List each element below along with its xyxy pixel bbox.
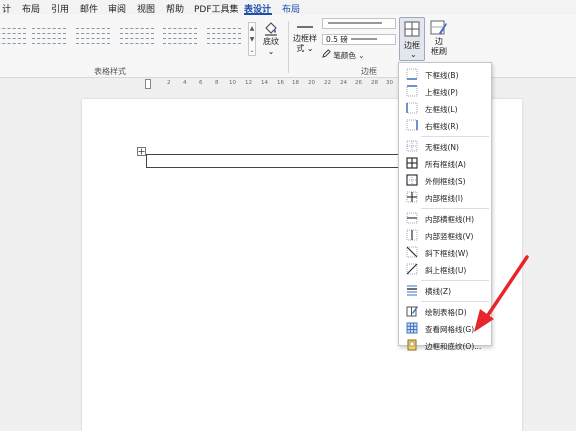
annotation-arrow-icon xyxy=(474,255,529,332)
